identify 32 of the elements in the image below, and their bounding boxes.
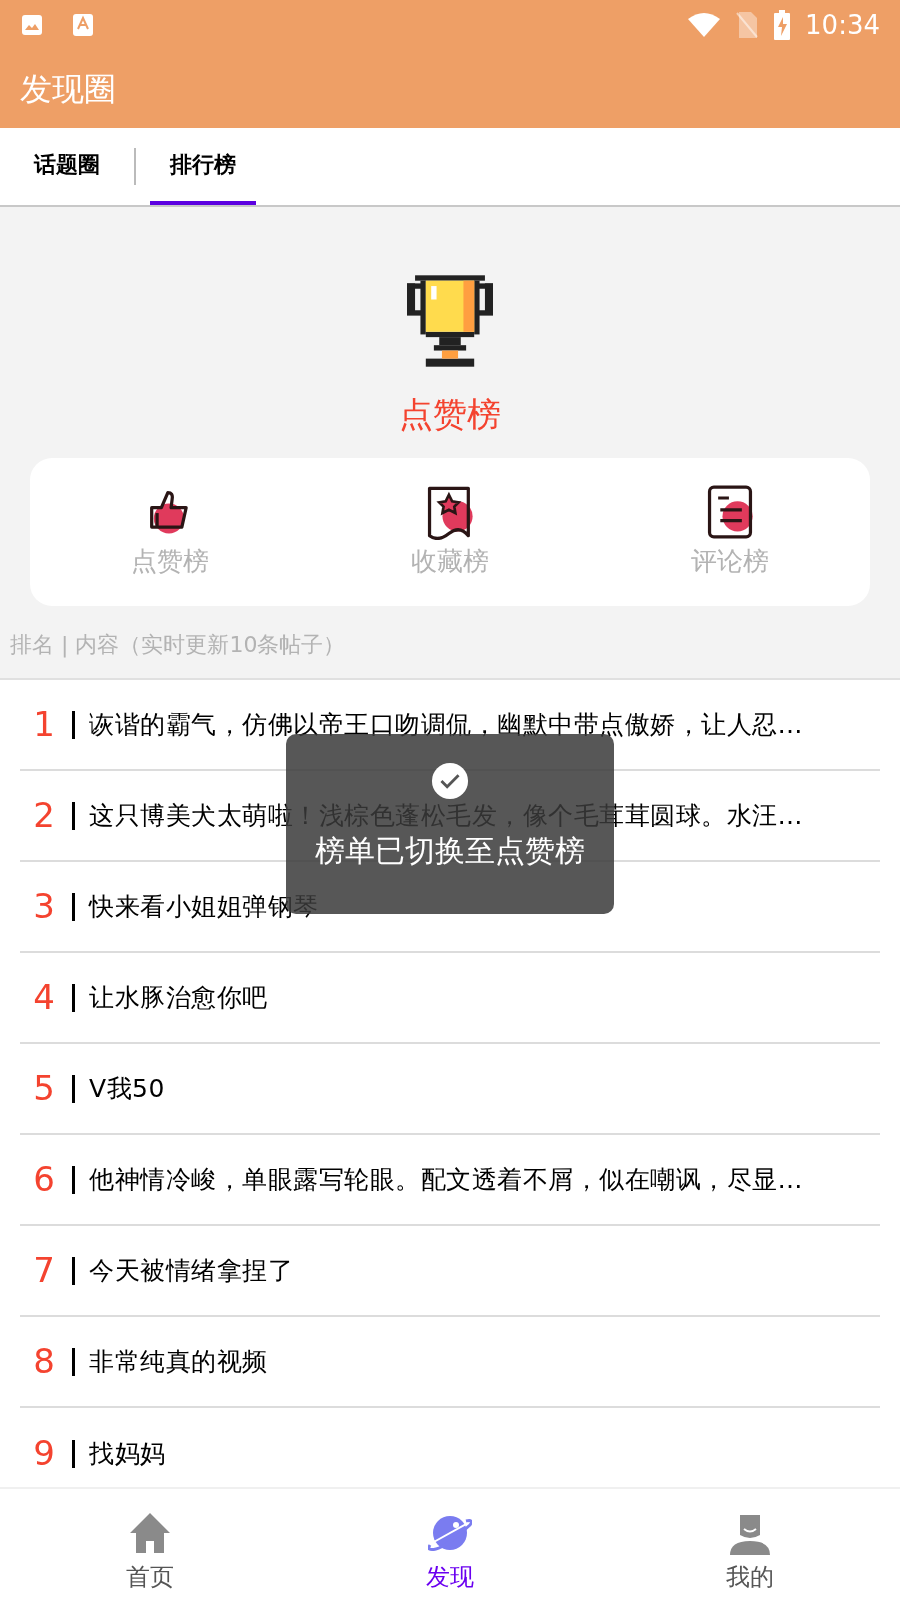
rank-number: 7 — [32, 1249, 56, 1292]
toast-message: 榜单已切换至点赞榜 — [315, 834, 585, 867]
board-title: 点赞榜 — [399, 393, 501, 436]
tab[interactable]: 话题圈 — [14, 128, 120, 205]
image-icon — [20, 13, 44, 37]
post-title[interactable]: 找妈妈 — [89, 1434, 166, 1473]
post-title[interactable]: 他神情冷峻，单眼露写轮眼。配文透着不屑，似在嘲讽，尽显… — [89, 1160, 803, 1199]
rank-number: 6 — [32, 1158, 56, 1201]
rank-number: 4 — [32, 976, 56, 1019]
list-caption: 排名 | 内容（实时更新10条帖子） — [10, 632, 346, 657]
battery-icon — [773, 10, 792, 40]
no-sim-icon — [735, 11, 760, 39]
rank-number: 3 — [32, 885, 56, 928]
post-title[interactable]: 让水豚治愈你吧 — [89, 978, 268, 1017]
check-icon — [431, 762, 469, 800]
home-icon — [128, 1511, 172, 1555]
nav-item[interactable]: 发现 — [300, 1511, 600, 1595]
post-title[interactable]: 今天被情绪拿捏了 — [89, 1251, 293, 1290]
rank-number: 5 — [32, 1067, 56, 1110]
rank-number: 8 — [32, 1340, 56, 1383]
trophy-icon — [407, 275, 493, 367]
rank-number: 1 — [32, 703, 56, 746]
rank-number: 2 — [32, 794, 56, 837]
app-title: 发现圈 — [19, 69, 117, 110]
post-title[interactable]: 非常纯真的视频 — [89, 1342, 268, 1381]
nav-item[interactable]: 我的 — [600, 1511, 900, 1595]
post-title[interactable]: V我50 — [89, 1069, 165, 1108]
wifi-icon — [687, 12, 722, 38]
clock: 10:34 — [805, 8, 880, 42]
text-icon — [72, 13, 94, 37]
rank-number: 9 — [32, 1432, 56, 1475]
nav-item[interactable]: 首页 — [0, 1511, 300, 1595]
